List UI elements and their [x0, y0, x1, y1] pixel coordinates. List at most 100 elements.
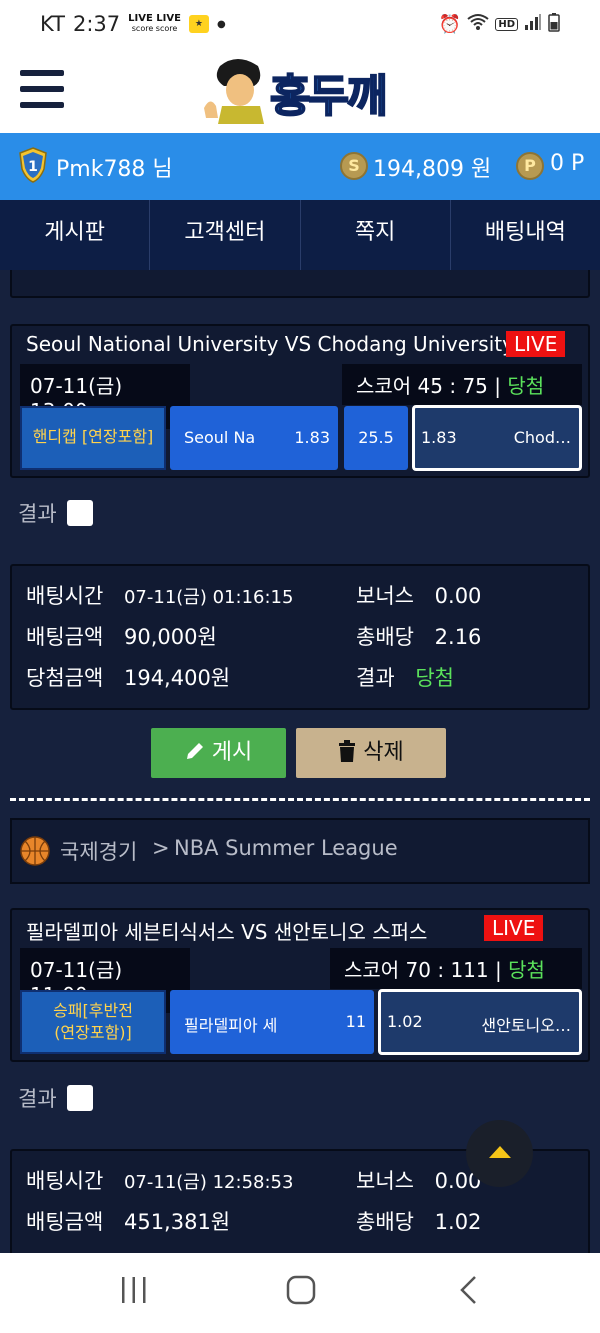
bet-result-label: 결과	[356, 666, 395, 690]
bet-time-value: 07-11(금) 01:16:15	[123, 587, 294, 608]
bet-amount-value: 90,000원	[123, 625, 217, 649]
total-odds-row: 총배당 1.02	[356, 1206, 481, 1236]
scroll-top-button[interactable]	[466, 1120, 533, 1187]
live-score-app-icon: LIVE LIVE score score	[128, 14, 181, 34]
score-label: 스코어 70 : 111 |	[344, 958, 502, 982]
win-amount-label: 당첨금액	[26, 666, 104, 690]
site-logo[interactable]: 홍두깨	[202, 56, 402, 124]
handicap-line: 25.5	[358, 428, 394, 447]
home-odds-button[interactable]: 필라델피아 세 11	[170, 990, 374, 1054]
battery-icon	[548, 12, 560, 37]
total-odds-row: 총배당 2.16	[356, 621, 481, 651]
away-team-name: 샌안토니오…	[481, 1016, 571, 1035]
result-label: 결과	[18, 502, 57, 526]
result-checkbox[interactable]	[66, 1085, 93, 1111]
bet-game-card: 필라델피아 세븐티식서스 VS 샌안토니오 스퍼스 LIVE 07-11(금) …	[10, 908, 590, 1062]
main-nav: 게시판 고객센터 쪽지 배팅내역	[0, 200, 600, 270]
bet-game-card: Seoul National University VS Chodang Uni…	[10, 324, 590, 478]
app-notification-icon: ★	[188, 15, 209, 33]
game-title: Seoul National University VS Chodang Uni…	[26, 332, 514, 356]
pencil-icon	[185, 740, 212, 765]
win-amount-value: 194,400원	[123, 666, 231, 690]
recent-apps-icon[interactable]	[120, 1275, 148, 1309]
tab-messages[interactable]: 쪽지	[301, 200, 451, 270]
back-icon[interactable]	[458, 1275, 478, 1309]
home-odds: 1.83	[294, 428, 330, 447]
bet-type: 승패[후반전 (연장포함)]	[20, 990, 166, 1054]
logo-text: 홍두깨	[269, 70, 388, 123]
home-odds-button[interactable]: Seoul Na 1.83	[170, 406, 338, 470]
tab-board[interactable]: 게시판	[0, 200, 151, 270]
bonus-row: 보너스 0.00	[356, 580, 481, 610]
bet-amount-row: 배팅금액 90,000원	[26, 621, 217, 651]
bet-result-row: 결과 당첨	[356, 662, 454, 692]
live-text: LIVE LIVE	[128, 13, 181, 24]
bet-type-label: 핸디캡 [연장포함]	[32, 427, 154, 446]
total-odds-label: 총배당	[356, 625, 414, 649]
result-checkbox[interactable]	[66, 500, 93, 526]
result-filter: 결과	[18, 498, 93, 528]
chevron-right-icon: >	[152, 836, 170, 860]
score-result: 당첨	[507, 374, 545, 398]
live-badge: LIVE	[506, 331, 566, 357]
result-label: 결과	[18, 1087, 57, 1111]
home-odds: 11	[345, 1012, 366, 1031]
bet-history-list[interactable]: Seoul National University VS Chodang Uni…	[0, 270, 600, 1253]
status-bar: KT 2:37 LIVE LIVE score score ★ ● ⏰ HD	[0, 0, 600, 50]
score-result: 당첨	[508, 958, 545, 982]
away-odds: 1.83	[421, 428, 457, 447]
bet-amount-value: 451,381원	[123, 1210, 231, 1234]
home-icon[interactable]	[286, 1275, 316, 1309]
username: Pmk788 님	[56, 157, 173, 182]
bonus-value: 0.00	[434, 584, 482, 608]
signal-icon	[524, 13, 542, 36]
previous-league-header	[10, 270, 590, 298]
post-button-label: 게시	[211, 740, 253, 765]
bet-time-row: 배팅시간 07-11(금) 01:16:15	[26, 580, 293, 610]
bonus-row: 보너스 0.00	[356, 1165, 481, 1195]
user-bar: 1 Pmk788 님 S 194,809 원 P 0 P	[0, 133, 600, 200]
bonus-label: 보너스	[356, 1169, 414, 1193]
menu-icon[interactable]	[20, 70, 64, 108]
dot-icon: ●	[216, 18, 226, 30]
away-odds: 1.02	[387, 1012, 423, 1031]
delete-button[interactable]: 삭제	[296, 728, 446, 778]
bet-type-label-2: (연장포함)]	[54, 1023, 132, 1042]
live-badge: LIVE	[484, 915, 544, 941]
tab-customer-center[interactable]: 고객센터	[150, 200, 301, 270]
bet-type-label: 승패[후반전	[53, 1001, 133, 1020]
bet-time-label: 배팅시간	[26, 584, 104, 608]
post-button[interactable]: 게시	[151, 728, 286, 778]
result-filter: 결과	[18, 1083, 93, 1113]
bet-amount-label: 배팅금액	[26, 625, 104, 649]
tab-bet-history[interactable]: 배팅내역	[451, 200, 600, 270]
bet-amount-row: 배팅금액 451,381원	[26, 1206, 230, 1236]
bet-time-value: 07-11(금) 12:58:53	[123, 1172, 294, 1193]
money-coin-icon: S	[340, 152, 368, 180]
home-team-name: Seoul Na	[184, 428, 254, 447]
bonus-label: 보너스	[356, 584, 414, 608]
bet-info-panel: 배팅시간 07-11(금) 01:16:15 보너스 0.00 배팅금액 90,…	[10, 564, 590, 710]
trash-icon	[338, 740, 363, 765]
divider	[10, 798, 590, 801]
delete-button-label: 삭제	[363, 740, 404, 765]
shield-icon: 1	[18, 147, 48, 189]
alarm-icon: ⏰	[438, 14, 462, 35]
away-team-name: Chod…	[513, 428, 571, 447]
total-odds-label: 총배당	[356, 1210, 414, 1234]
score-text: score score	[131, 24, 178, 33]
bet-time-label: 배팅시간	[26, 1169, 104, 1193]
basketball-icon	[20, 836, 50, 871]
handicap-line-button[interactable]: 25.5	[344, 406, 408, 470]
win-amount-row: 당첨금액 194,400원	[26, 662, 230, 692]
game-score: 스코어 45 : 75 | 당첨	[342, 364, 582, 405]
system-nav-bar	[0, 1253, 600, 1333]
league-name: NBA Summer League	[174, 836, 398, 860]
clock: 2:37	[72, 12, 121, 36]
away-odds-button-selected[interactable]: 1.02 샌안토니오…	[378, 989, 582, 1055]
points-coin-icon: P	[516, 152, 544, 180]
app-header: 홍두깨	[0, 50, 600, 133]
carrier: KT	[40, 12, 65, 36]
total-odds-value: 1.02	[434, 1210, 482, 1234]
away-odds-button-selected[interactable]: 1.83 Chod…	[412, 405, 582, 471]
